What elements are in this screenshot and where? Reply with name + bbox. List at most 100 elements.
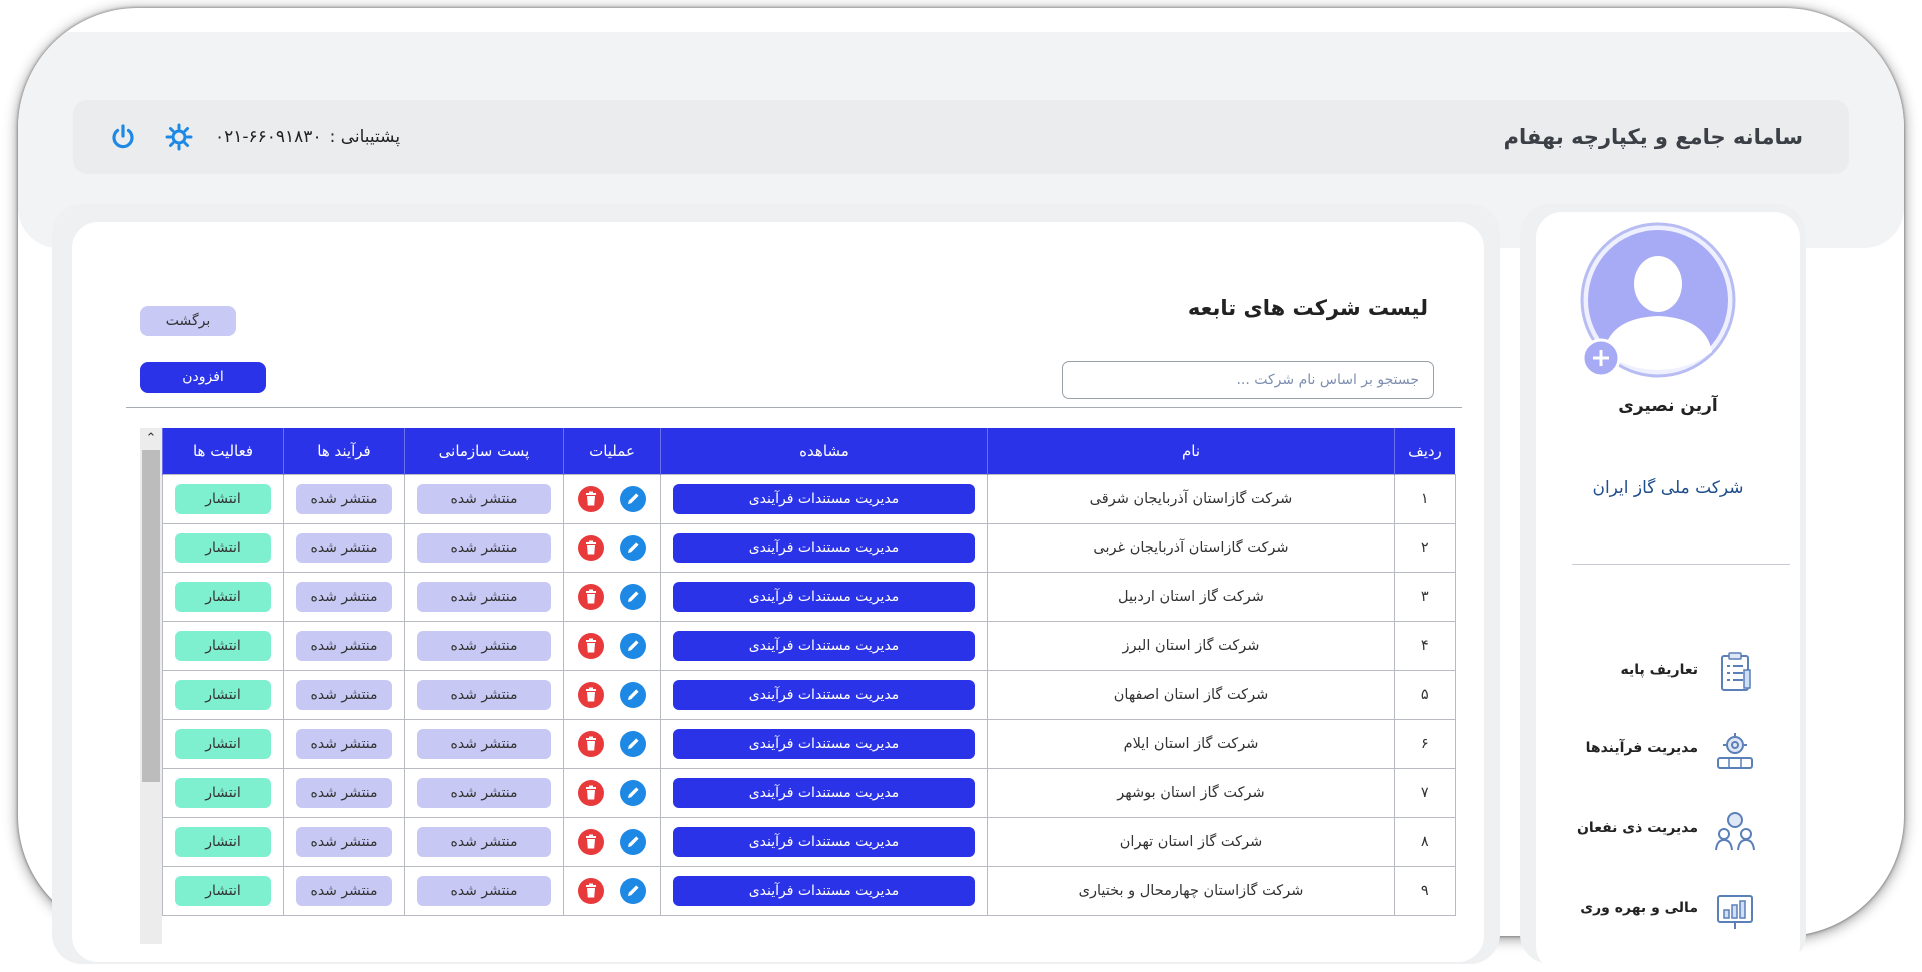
org-post-published-button[interactable]: منتشر شده: [417, 533, 551, 563]
stakeholders-icon: [1715, 812, 1755, 851]
header-processes[interactable]: فرآیند ها: [283, 428, 405, 475]
header-view[interactable]: مشاهده: [660, 428, 988, 475]
header-name[interactable]: نام: [987, 428, 1395, 475]
org-post-cell: منتشر شده: [404, 866, 564, 916]
publish-activities-button[interactable]: انتشار: [175, 778, 271, 808]
view-cell: مدیریت مستندات فرآیندی: [660, 866, 988, 916]
org-post-published-button[interactable]: منتشر شده: [417, 631, 551, 661]
support-label: پشتیبانی :: [329, 127, 401, 147]
process-published-button[interactable]: منتشر شده: [296, 582, 392, 612]
manage-process-docs-button[interactable]: مدیریت مستندات فرآیندی: [673, 827, 975, 857]
edit-icon[interactable]: [619, 681, 647, 709]
process-published-button[interactable]: منتشر شده: [296, 876, 392, 906]
activity-cell: انتشار: [162, 866, 284, 916]
org-post-published-button[interactable]: منتشر شده: [417, 484, 551, 514]
org-post-published-button[interactable]: منتشر شده: [417, 582, 551, 612]
process-published-button[interactable]: منتشر شده: [296, 778, 392, 808]
process-published-button[interactable]: منتشر شده: [296, 680, 392, 710]
support-info: پشتیبانی : ۰۲۱-۶۶۰۹۱۸۳۰: [215, 100, 400, 174]
delete-icon[interactable]: [577, 583, 605, 611]
company-name: شرکت گازاستان آذربایجان غربی: [987, 523, 1395, 573]
add-photo-icon[interactable]: [1581, 338, 1621, 378]
delete-icon[interactable]: [577, 877, 605, 905]
edit-icon[interactable]: [619, 485, 647, 513]
app-title: سامانه جامع و یکپارچه بهفام: [1503, 125, 1803, 149]
header-org-post[interactable]: پست سازمانی: [404, 428, 564, 475]
table-row: ۹ شرکت گازاستان چهارمحال و بختیاری مدیری…: [162, 866, 1456, 916]
edit-icon[interactable]: [619, 828, 647, 856]
publish-activities-button[interactable]: انتشار: [175, 582, 271, 612]
org-post-published-button[interactable]: منتشر شده: [417, 729, 551, 759]
row-number: ۲: [1394, 523, 1456, 573]
edit-icon[interactable]: [619, 730, 647, 758]
scroll-thumb[interactable]: [142, 450, 160, 782]
process-cell: منتشر شده: [283, 768, 405, 818]
edit-icon[interactable]: [619, 779, 647, 807]
process-published-button[interactable]: منتشر شده: [296, 533, 392, 563]
publish-activities-button[interactable]: انتشار: [175, 631, 271, 661]
delete-icon[interactable]: [577, 730, 605, 758]
scroll-up-icon[interactable]: ⌃: [140, 428, 162, 448]
table-scrollbar[interactable]: ⌃: [140, 428, 162, 944]
header-operations[interactable]: عملیات: [563, 428, 661, 475]
edit-icon[interactable]: [619, 877, 647, 905]
search-input[interactable]: [1062, 361, 1434, 399]
org-post-cell: منتشر شده: [404, 621, 564, 671]
settings-gear-icon[interactable]: [165, 123, 193, 151]
manage-process-docs-button[interactable]: مدیریت مستندات فرآیندی: [673, 876, 975, 906]
delete-icon[interactable]: [577, 828, 605, 856]
menu-item-process-management[interactable]: مدیریت فرآیندها: [1560, 728, 1800, 774]
delete-icon[interactable]: [577, 681, 605, 709]
manage-process-docs-button[interactable]: مدیریت مستندات فرآیندی: [673, 582, 975, 612]
process-published-button[interactable]: منتشر شده: [296, 484, 392, 514]
table-row: ۱ شرکت گازاستان آذربایجان شرقی مدیریت مس…: [162, 474, 1456, 524]
company-name: شرکت گازاستان چهارمحال و بختیاری: [987, 866, 1395, 916]
menu-item-stakeholders[interactable]: مدیریت ذی نفعان: [1560, 808, 1800, 854]
table-row: ۸ شرکت گاز استان تهران مدیریت مستندات فر…: [162, 817, 1456, 867]
edit-icon[interactable]: [619, 632, 647, 660]
avatar[interactable]: [1580, 222, 1736, 378]
menu-item-label: مالی و بهره وری: [1580, 900, 1698, 916]
finance-chart-icon: [1717, 895, 1753, 929]
manage-process-docs-button[interactable]: مدیریت مستندات فرآیندی: [673, 631, 975, 661]
delete-icon[interactable]: [577, 632, 605, 660]
org-post-cell: منتشر شده: [404, 768, 564, 818]
edit-icon[interactable]: [619, 534, 647, 562]
menu-item-finance[interactable]: مالی و بهره وری: [1560, 888, 1800, 934]
process-published-button[interactable]: منتشر شده: [296, 827, 392, 857]
header-activities[interactable]: فعالیت ها: [162, 428, 284, 475]
support-phone: ۰۲۱-۶۶۰۹۱۸۳۰: [215, 127, 322, 147]
publish-activities-button[interactable]: انتشار: [175, 533, 271, 563]
manage-process-docs-button[interactable]: مدیریت مستندات فرآیندی: [673, 484, 975, 514]
view-cell: مدیریت مستندات فرآیندی: [660, 572, 988, 622]
publish-activities-button[interactable]: انتشار: [175, 827, 271, 857]
org-post-published-button[interactable]: منتشر شده: [417, 876, 551, 906]
menu-item-basic-definitions[interactable]: تعاریف پایه: [1560, 650, 1800, 696]
process-published-button[interactable]: منتشر شده: [296, 631, 392, 661]
company-name: شرکت گازاستان آذربایجان شرقی: [987, 474, 1395, 524]
content-divider: [126, 407, 1462, 408]
delete-icon[interactable]: [577, 779, 605, 807]
publish-activities-button[interactable]: انتشار: [175, 729, 271, 759]
org-post-published-button[interactable]: منتشر شده: [417, 827, 551, 857]
delete-icon[interactable]: [577, 485, 605, 513]
back-button[interactable]: برگشت: [140, 306, 236, 336]
publish-activities-button[interactable]: انتشار: [175, 680, 271, 710]
org-post-published-button[interactable]: منتشر شده: [417, 680, 551, 710]
table-row: ۴ شرکت گاز استان البرز مدیریت مستندات فر…: [162, 621, 1456, 671]
header-row-number[interactable]: ردیف: [1394, 428, 1455, 475]
manage-process-docs-button[interactable]: مدیریت مستندات فرآیندی: [673, 778, 975, 808]
manage-process-docs-button[interactable]: مدیریت مستندات فرآیندی: [673, 729, 975, 759]
manage-process-docs-button[interactable]: مدیریت مستندات فرآیندی: [673, 533, 975, 563]
table-row: ۳ شرکت گاز استان اردبیل مدیریت مستندات ف…: [162, 572, 1456, 622]
manage-process-docs-button[interactable]: مدیریت مستندات فرآیندی: [673, 680, 975, 710]
company-name: شرکت گاز استان اردبیل: [987, 572, 1395, 622]
publish-activities-button[interactable]: انتشار: [175, 876, 271, 906]
org-post-published-button[interactable]: منتشر شده: [417, 778, 551, 808]
edit-icon[interactable]: [619, 583, 647, 611]
process-published-button[interactable]: منتشر شده: [296, 729, 392, 759]
power-icon[interactable]: [109, 123, 137, 151]
add-button[interactable]: افزودن: [140, 362, 266, 393]
publish-activities-button[interactable]: انتشار: [175, 484, 271, 514]
delete-icon[interactable]: [577, 534, 605, 562]
